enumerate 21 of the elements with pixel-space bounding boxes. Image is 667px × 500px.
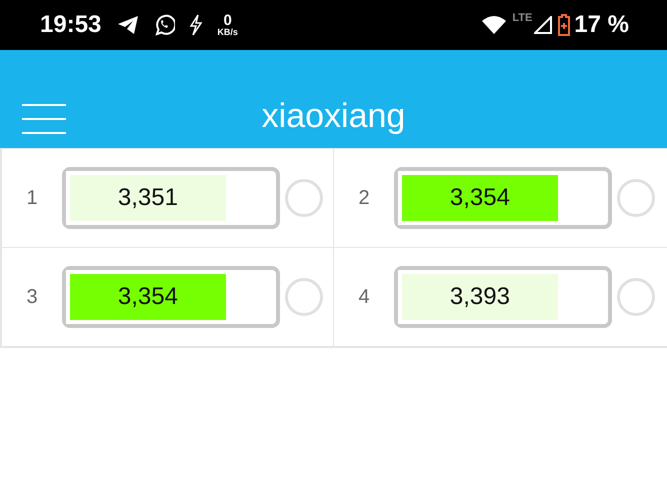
battery-percent: 17 % — [574, 11, 629, 39]
speed-value: 0 — [223, 13, 232, 28]
radio-button[interactable] — [616, 277, 656, 317]
lightning-icon — [189, 14, 204, 36]
cell-index: 3 — [25, 286, 39, 308]
radio-button[interactable] — [284, 277, 324, 317]
radio-button[interactable] — [616, 178, 656, 218]
cell-index: 1 — [25, 186, 39, 210]
chat-bubble-icon — [153, 14, 176, 36]
wifi-icon — [482, 15, 506, 35]
speed-unit: KB/s — [217, 28, 238, 37]
app-title: xiaoxiang — [260, 97, 406, 136]
paper-plane-icon — [117, 15, 140, 35]
cell-index: 2 — [357, 186, 371, 210]
signal-icon — [534, 16, 552, 34]
radio-button[interactable] — [284, 178, 324, 218]
menu-icon[interactable] — [22, 104, 66, 134]
network-type: LTE — [512, 12, 532, 24]
battery-icon — [558, 14, 570, 36]
clock: 19:53 — [40, 11, 102, 39]
cell-index: 4 — [357, 286, 371, 308]
